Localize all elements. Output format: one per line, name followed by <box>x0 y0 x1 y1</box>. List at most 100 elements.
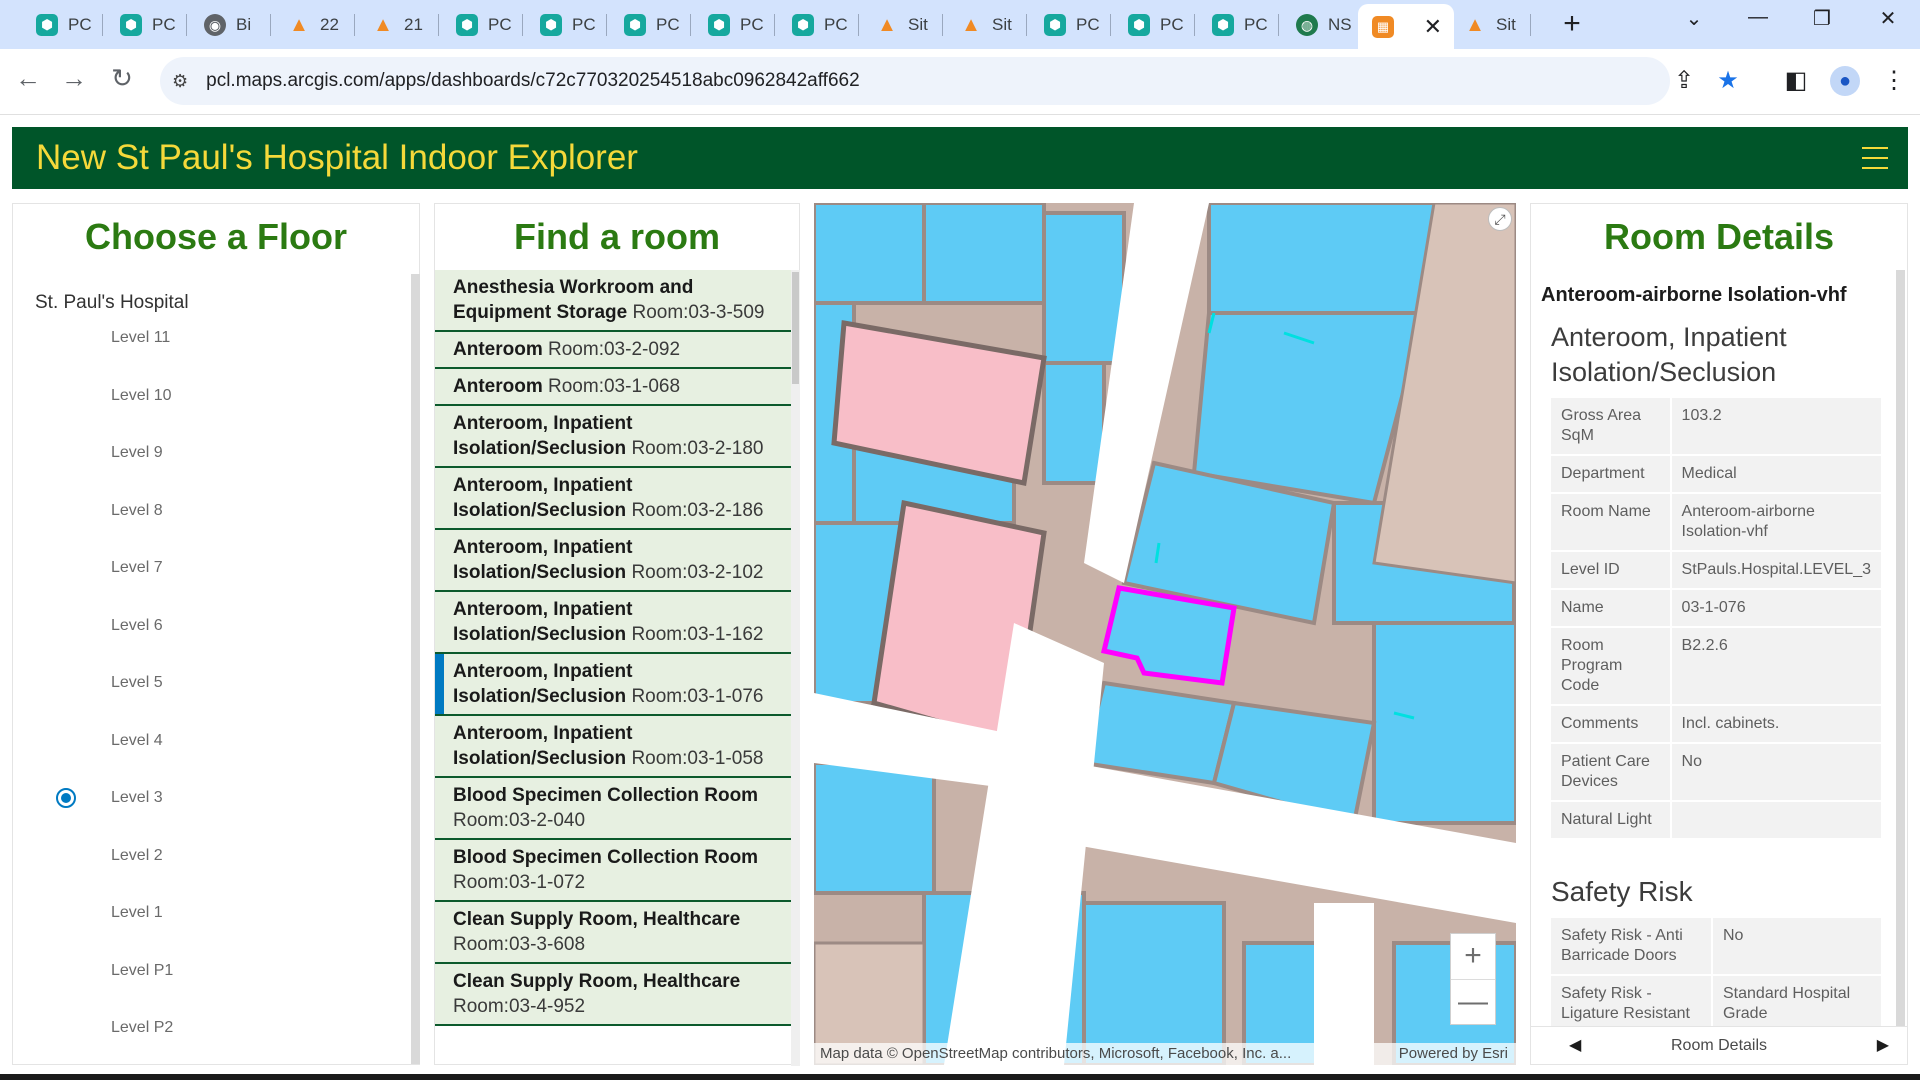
floor-item[interactable]: Level 11 <box>111 329 170 347</box>
tab-separator <box>438 14 439 36</box>
floor-item[interactable]: Level 3 <box>111 789 163 807</box>
new-tab-button[interactable]: + <box>1554 9 1590 41</box>
browser-tab[interactable]: ⬢ PC <box>442 6 518 43</box>
room-polygon[interactable] <box>1207 203 1441 315</box>
room-polygon[interactable] <box>814 203 926 305</box>
floor-item[interactable]: Level 4 <box>111 732 163 750</box>
floor-item[interactable]: Level 6 <box>111 617 163 635</box>
room-list-item[interactable]: Clean Supply Room, Healthcare Room:03-3-… <box>435 902 792 964</box>
browser-tab[interactable]: ⬢ PC <box>1198 6 1274 43</box>
restore-icon[interactable]: ❐ <box>1802 6 1842 31</box>
browser-tab[interactable]: ⬢ PC <box>526 6 602 43</box>
zoom-out-button[interactable]: — <box>1451 979 1495 1024</box>
tab-separator <box>102 14 103 36</box>
powered-by-esri[interactable]: Powered by Esri <box>1399 1043 1508 1065</box>
floor-item[interactable]: Level P1 <box>111 962 173 980</box>
floor-item[interactable]: Level 10 <box>111 387 172 405</box>
browser-tab[interactable]: ◍ NS <box>1282 6 1358 43</box>
room-number: Room:03-3-608 <box>453 934 586 955</box>
room-list-item[interactable]: Blood Specimen Collection Room Room:03-2… <box>435 778 792 840</box>
tab-label: PC <box>572 14 596 34</box>
room-polygon[interactable] <box>1042 361 1106 485</box>
next-page-icon[interactable]: ▶ <box>1877 1035 1889 1055</box>
details-scrollbar[interactable] <box>1896 270 1905 1030</box>
floor-plan-svg[interactable] <box>814 203 1516 1065</box>
browser-tab[interactable]: ⬢ PC <box>1114 6 1190 43</box>
floor-item[interactable]: Level 5 <box>111 674 163 692</box>
room-list-item[interactable]: Blood Specimen Collection Room Room:03-1… <box>435 840 792 902</box>
floor-item[interactable]: Level P2 <box>111 1019 173 1037</box>
hex-icon: ⬢ <box>36 13 58 36</box>
room-list-item[interactable]: Anteroom, Inpatient Isolation/Seclusion … <box>435 592 792 654</box>
attribute-key: Department <box>1551 456 1672 492</box>
room-number: Room:03-4-952 <box>453 996 586 1017</box>
forward-icon[interactable]: → <box>56 63 92 94</box>
browser-menu-icon[interactable]: ⋮ <box>1878 66 1910 95</box>
room-name: Clean Supply Room, Healthcare <box>453 971 741 992</box>
room-list-item[interactable]: Anteroom, Inpatient Isolation/Seclusion … <box>435 716 792 778</box>
tab-close-icon[interactable]: ✕ <box>1424 14 1442 40</box>
window-close-icon[interactable]: ✕ <box>1868 6 1908 31</box>
share-icon[interactable]: ⇪ <box>1668 66 1700 95</box>
room-list-item[interactable]: Anteroom, Inpatient Isolation/Seclusion … <box>435 530 792 592</box>
expand-map-icon[interactable]: ⤢ <box>1488 207 1512 231</box>
browser-tab[interactable]: ⬢ PC <box>106 6 182 43</box>
browser-tab[interactable]: ▲ Sit <box>862 6 938 43</box>
tab-label: Bi <box>236 14 252 34</box>
browser-tab[interactable]: ⬢ PC <box>694 6 770 43</box>
tab-separator <box>606 14 607 36</box>
room-polygon[interactable] <box>814 761 936 895</box>
back-icon[interactable]: ← <box>10 63 46 94</box>
profile-avatar-icon[interactable]: ● <box>1830 66 1860 96</box>
browser-tab[interactable]: ▲ 22 <box>274 6 350 43</box>
room-polygon[interactable] <box>922 203 1046 305</box>
attribute-row: Gross Area SqM 103.2 <box>1551 398 1881 454</box>
browser-tab[interactable]: ▲ 21 <box>358 6 434 43</box>
browser-tab[interactable]: ▲ Sit <box>1450 6 1526 43</box>
room-list-item[interactable]: Anteroom Room:03-1-068 <box>435 369 792 406</box>
attribute-key: Safety Risk - Ligature Resistant <box>1551 976 1713 1032</box>
side-panel-icon[interactable]: ◧ <box>1780 66 1812 95</box>
room-list-item[interactable]: Anteroom, Inpatient Isolation/Seclusion … <box>435 468 792 530</box>
minimize-icon[interactable]: — <box>1738 6 1778 29</box>
attribute-key: Comments <box>1551 706 1672 742</box>
room-list-item[interactable]: Anteroom, Inpatient Isolation/Seclusion … <box>435 406 792 468</box>
room-polygon[interactable] <box>1372 621 1516 825</box>
browser-tab[interactable]: ⬢ PC <box>610 6 686 43</box>
floor-item[interactable]: Level 7 <box>111 559 163 577</box>
browser-tab[interactable]: ⬢ PC <box>22 6 98 43</box>
room-scrollbar-thumb[interactable] <box>792 272 799 384</box>
browser-tab[interactable]: ▲ Sit <box>946 6 1022 43</box>
room-list-item[interactable]: Anteroom, Inpatient Isolation/Seclusion … <box>435 654 792 716</box>
floor-plan-map[interactable]: ⤢ + — Map data © OpenStreetMap contribut… <box>814 203 1516 1065</box>
floor-item[interactable]: Level 8 <box>111 502 163 520</box>
browser-tab[interactable]: ▦ ✕ <box>1358 4 1454 49</box>
hamburger-menu-icon[interactable] <box>1862 147 1888 169</box>
room-list-item[interactable]: Anteroom Room:03-2-092 <box>435 332 792 369</box>
floor-selected-radio[interactable] <box>56 788 76 808</box>
browser-tab[interactable]: ⬢ PC <box>1030 6 1106 43</box>
floor-tree-root[interactable]: St. Paul's Hospital <box>35 292 189 314</box>
tab-search-icon[interactable]: ⌄ <box>1674 6 1714 31</box>
bookmark-star-icon[interactable]: ★ <box>1712 66 1744 95</box>
room-list-item[interactable]: Anesthesia Workroom and Equipment Storag… <box>435 270 792 332</box>
address-bar[interactable]: ⚙ pcl.maps.arcgis.com/apps/dashboards/c7… <box>160 57 1670 105</box>
room-number: Room:03-3-509 <box>632 302 765 323</box>
floor-item[interactable]: Level 2 <box>111 847 163 865</box>
site-info-icon[interactable]: ⚙ <box>172 71 188 92</box>
browser-tab[interactable]: ⬢ PC <box>778 6 854 43</box>
floor-item[interactable]: Level 9 <box>111 444 163 462</box>
browser-tab[interactable]: ◉ Bi <box>190 6 266 43</box>
room-scrollbar-track[interactable] <box>791 270 800 1066</box>
room-polygon[interactable] <box>1082 901 1226 1065</box>
floor-item[interactable]: Level 1 <box>111 904 163 922</box>
reload-icon[interactable]: ↻ <box>104 63 140 94</box>
hex-icon: ⬢ <box>120 13 142 36</box>
room-polygon[interactable] <box>1042 211 1126 365</box>
url-text[interactable]: pcl.maps.arcgis.com/apps/dashboards/c72c… <box>206 70 860 92</box>
zoom-in-button[interactable]: + <box>1451 934 1495 979</box>
room-list-item[interactable]: Clean Supply Room, Healthcare Room:03-4-… <box>435 964 792 1026</box>
room-polygon[interactable] <box>1081 680 1237 786</box>
map-attribution-text[interactable]: Map data © OpenStreetMap contributors, M… <box>820 1043 1291 1065</box>
floor-scrollbar[interactable] <box>411 274 420 1064</box>
